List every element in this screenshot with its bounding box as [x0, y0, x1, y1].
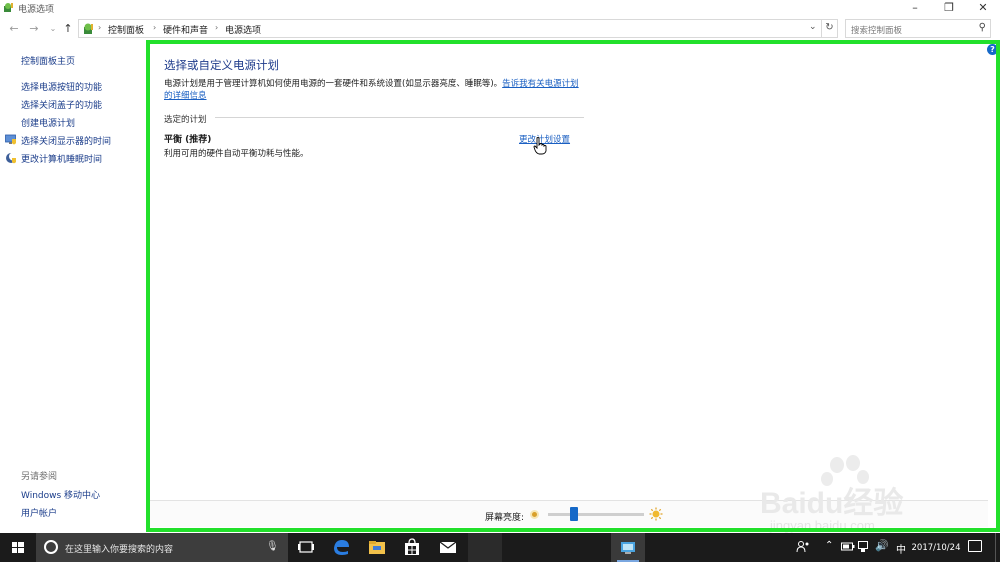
- edge-icon[interactable]: [324, 533, 358, 562]
- sidebar-item-lid[interactable]: 选择关闭盖子的功能: [21, 98, 102, 111]
- ime-indicator[interactable]: 中: [896, 541, 906, 556]
- refresh-icon[interactable]: ↻: [821, 19, 837, 38]
- breadcrumb-separator: ›: [98, 23, 102, 32]
- sidebar-item-display-off[interactable]: 选择关闭显示器的时间: [21, 134, 111, 147]
- store-icon[interactable]: [395, 533, 429, 562]
- taskbar-search-input[interactable]: 在这里输入你要搜索的内容 🎙: [36, 533, 288, 562]
- close-button[interactable]: ✕: [966, 0, 1000, 17]
- page-title: 选择或自定义电源计划: [164, 58, 279, 72]
- search-placeholder: 搜索控制面板: [851, 26, 903, 36]
- task-view-icon[interactable]: [289, 533, 323, 562]
- breadcrumb-separator: ›: [215, 23, 219, 32]
- address-dropdown-icon[interactable]: ⌄: [809, 22, 817, 32]
- brightness-slider-thumb[interactable]: [570, 507, 578, 521]
- minimize-button[interactable]: –: [898, 0, 932, 17]
- brightness-high-icon: [649, 507, 663, 521]
- taskbar-empty-slot: [468, 533, 502, 562]
- sidebar-item-sleep[interactable]: 更改计算机睡眠时间: [21, 152, 102, 165]
- breadcrumb-separator: ›: [153, 23, 157, 32]
- people-icon[interactable]: [796, 540, 810, 554]
- file-explorer-icon[interactable]: [360, 533, 394, 562]
- watermark-text: Baidu经验: [760, 487, 904, 520]
- section-divider: [215, 117, 584, 118]
- windows-start-icon[interactable]: [0, 533, 36, 562]
- control-panel-taskbar-icon[interactable]: [611, 533, 645, 562]
- page-description: 电源计划是用于管理计算机如何使用电源的一套硬件和系统设置(如显示器亮度、睡眠等)…: [164, 78, 584, 102]
- moon-shield-icon: [6, 152, 17, 164]
- help-icon[interactable]: ?: [987, 44, 998, 55]
- search-input[interactable]: 搜索控制面板 ⚲: [845, 19, 991, 38]
- plan-name: 平衡 (推荐): [164, 135, 212, 145]
- brightness-label: 屏幕亮度:: [485, 513, 525, 523]
- back-icon[interactable]: ←: [6, 21, 22, 37]
- address-bar[interactable]: › 控制面板 › 硬件和声音 › 电源选项 ⌄: [78, 19, 838, 38]
- brightness-slider[interactable]: [548, 513, 644, 516]
- power-options-icon: [4, 3, 13, 12]
- forward-icon[interactable]: →: [26, 21, 42, 37]
- plan-description: 利用可用的硬件自动平衡功耗与性能。: [164, 149, 309, 159]
- clock-date[interactable]: 2017/10/24: [910, 543, 962, 553]
- see-also-mobility-center[interactable]: Windows 移动中心: [21, 488, 100, 501]
- sidebar: [0, 41, 146, 531]
- up-icon[interactable]: ↑: [60, 21, 76, 37]
- breadcrumb-control-panel[interactable]: 控制面板: [108, 23, 144, 36]
- microphone-icon[interactable]: 🎙: [266, 541, 279, 552]
- title-bar: 电源选项 – ❐ ✕: [0, 0, 1000, 17]
- breadcrumb-power-options[interactable]: 电源选项: [225, 23, 261, 36]
- watermark-url: jingyan.baidu.com: [770, 518, 875, 533]
- restore-button[interactable]: ❐: [932, 0, 966, 17]
- hand-cursor-icon: [533, 137, 547, 155]
- window-title: 电源选项: [18, 5, 55, 15]
- sidebar-item-power-button[interactable]: 选择电源按钮的功能: [21, 80, 102, 93]
- description-text: 电源计划是用于管理计算机如何使用电源的一套硬件和系统设置(如显示器亮度、睡眠等)…: [164, 79, 503, 89]
- brightness-low-icon: [530, 510, 539, 519]
- battery-icon[interactable]: [841, 541, 855, 552]
- show-desktop-button[interactable]: [995, 533, 1000, 562]
- network-icon[interactable]: [858, 541, 871, 553]
- action-center-icon[interactable]: [968, 540, 982, 552]
- cortana-icon[interactable]: [44, 540, 58, 554]
- recent-locations-icon[interactable]: ⌄: [45, 21, 61, 37]
- address-row: ← → ⌄ ↑ › 控制面板 › 硬件和声音 › 电源选项 ⌄ ↻ 搜索控制面板…: [0, 17, 1000, 41]
- monitor-shield-icon: [5, 134, 16, 145]
- control-panel-icon: [84, 23, 93, 34]
- selected-plan-label: 选定的计划: [164, 115, 207, 125]
- volume-icon[interactable]: 🔊: [875, 539, 889, 552]
- see-also-title: 另请参阅: [21, 472, 58, 482]
- chevron-up-icon[interactable]: ⌃: [825, 540, 833, 551]
- mail-icon[interactable]: [431, 533, 465, 562]
- see-also-user-accounts[interactable]: 用户帐户: [21, 506, 57, 519]
- sidebar-item-home[interactable]: 控制面板主页: [21, 54, 75, 67]
- taskbar-search-placeholder: 在这里输入你要搜索的内容: [65, 545, 174, 555]
- sidebar-item-create-plan[interactable]: 创建电源计划: [21, 116, 75, 129]
- breadcrumb-hardware-sound[interactable]: 硬件和声音: [163, 23, 208, 36]
- search-icon[interactable]: ⚲: [979, 22, 986, 33]
